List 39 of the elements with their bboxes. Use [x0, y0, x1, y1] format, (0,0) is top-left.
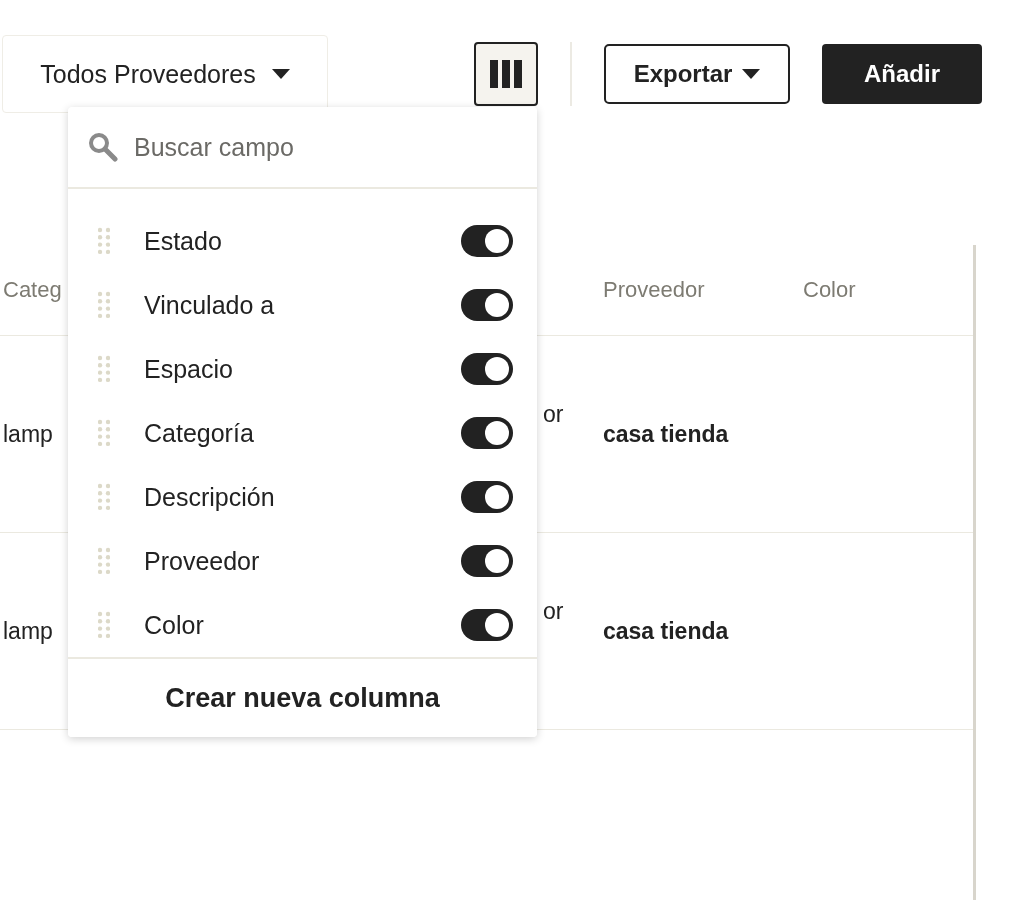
field-label: Color — [144, 610, 205, 640]
field-label: Proveedor — [144, 546, 261, 576]
toggle-switch[interactable] — [461, 545, 513, 577]
column-header: Color — [802, 277, 856, 303]
drag-handle-icon[interactable] — [98, 611, 110, 639]
table-cell-text: lamp — [2, 617, 53, 645]
supplier-filter-dropdown[interactable]: Todos Proveedores — [2, 35, 328, 113]
caret-icon — [271, 69, 290, 79]
field-label: Descripción — [144, 482, 276, 512]
field-label: Vinculado a — [144, 290, 276, 320]
search-icon — [88, 132, 118, 162]
columns-icon — [490, 60, 522, 88]
drag-handle-icon[interactable] — [98, 227, 110, 255]
table-cell-text: casa tienda — [602, 420, 729, 448]
field-label: Espacio — [144, 354, 234, 384]
field-label: Categoría — [144, 418, 255, 448]
table-cell-text: lamp — [2, 420, 53, 448]
drag-handle-icon[interactable] — [98, 355, 110, 383]
drag-handle-icon[interactable] — [98, 419, 110, 447]
add-button[interactable]: Añadir — [822, 44, 982, 104]
toggle-switch[interactable] — [461, 289, 513, 321]
toggle-switch[interactable] — [461, 481, 513, 513]
drag-handle-icon[interactable] — [98, 547, 110, 575]
create-column-button[interactable]: Crear nueva columna — [68, 657, 537, 737]
export-button[interactable]: Exportar — [604, 44, 790, 104]
field-label: Estado — [144, 226, 223, 256]
toggle-switch[interactable] — [461, 225, 513, 257]
drag-handle-icon[interactable] — [98, 291, 110, 319]
toggle-switch[interactable] — [461, 417, 513, 449]
table-cell-text: or — [542, 597, 564, 625]
table-cell-text: or — [542, 400, 564, 428]
columns-button[interactable] — [474, 42, 538, 106]
caret-icon — [742, 69, 761, 79]
toggle-switch[interactable] — [461, 609, 513, 641]
toggle-switch[interactable] — [461, 353, 513, 385]
table-cell-text: casa tienda — [602, 617, 729, 645]
column-header: Categ — [2, 277, 62, 303]
column-header: Proveedor — [602, 277, 705, 303]
drag-handle-icon[interactable] — [98, 483, 110, 511]
